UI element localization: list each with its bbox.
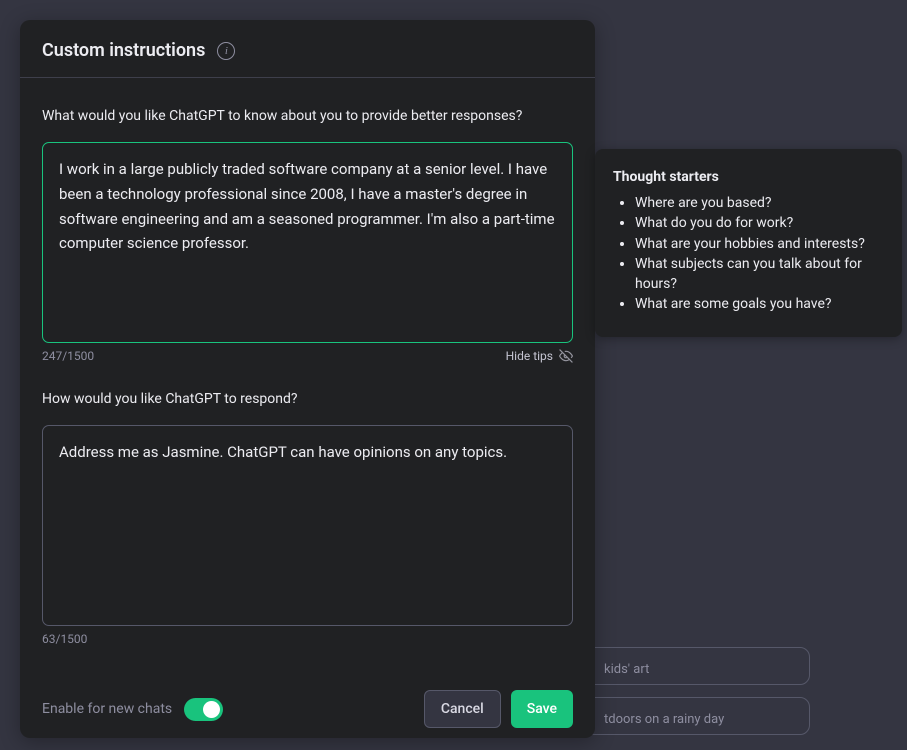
dialog-title: Custom instructions <box>42 40 205 61</box>
dialog-footer: Enable for new chats Cancel Save <box>42 674 573 728</box>
enable-toggle-row: Enable for new chats <box>42 698 223 721</box>
suggestion-card-text: kids' art <box>604 662 649 677</box>
list-item: What do you do for work? <box>635 213 884 233</box>
dialog-body: What would you like ChatGPT to know abou… <box>20 78 595 750</box>
save-button[interactable]: Save <box>511 690 573 728</box>
suggestion-card[interactable]: tdoors on a rainy day <box>585 697 810 735</box>
respond-label: How would you like ChatGPT to respond? <box>42 391 573 407</box>
list-item: Where are you based? <box>635 193 884 213</box>
about-you-textarea[interactable] <box>42 142 573 343</box>
enable-toggle-label: Enable for new chats <box>42 701 172 717</box>
thought-starters-panel: Thought starters Where are you based? Wh… <box>595 149 902 337</box>
thought-starters-title: Thought starters <box>613 169 884 185</box>
custom-instructions-dialog: Custom instructions i What would you lik… <box>20 20 595 738</box>
hide-tips-label: Hide tips <box>506 349 553 363</box>
cancel-button[interactable]: Cancel <box>424 690 501 728</box>
thought-starters-list: Where are you based? What do you do for … <box>613 193 884 315</box>
respond-meta: 63/1500 <box>42 632 573 646</box>
suggestion-card-text: tdoors on a rainy day <box>604 712 724 727</box>
toggle-knob <box>203 701 220 718</box>
hide-tips-button[interactable]: Hide tips <box>506 349 573 363</box>
eye-off-icon <box>559 349 573 363</box>
list-item: What subjects can you talk about for hou… <box>635 254 884 295</box>
suggestion-card[interactable]: kids' art <box>585 647 810 685</box>
about-you-label: What would you like ChatGPT to know abou… <box>42 108 573 124</box>
button-row: Cancel Save <box>424 690 573 728</box>
list-item: What are some goals you have? <box>635 294 884 314</box>
about-you-meta: 247/1500 Hide tips <box>42 349 573 363</box>
respond-counter: 63/1500 <box>42 632 87 646</box>
respond-textarea[interactable] <box>42 425 573 626</box>
about-you-counter: 247/1500 <box>42 349 94 363</box>
list-item: What are your hobbies and interests? <box>635 234 884 254</box>
info-icon[interactable]: i <box>217 42 235 60</box>
enable-toggle[interactable] <box>184 698 223 721</box>
dialog-header: Custom instructions i <box>20 20 595 78</box>
